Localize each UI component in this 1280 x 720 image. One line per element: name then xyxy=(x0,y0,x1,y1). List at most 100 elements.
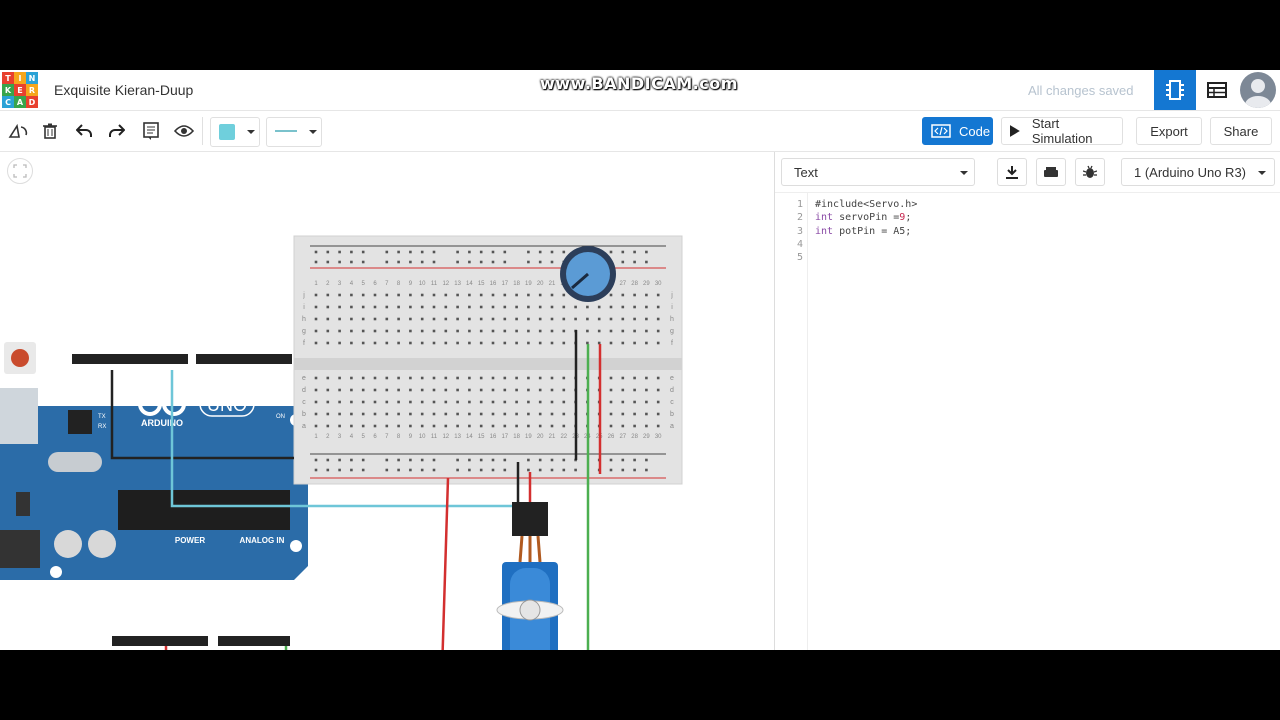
breadboard-hole[interactable] xyxy=(432,424,436,428)
breadboard-hole[interactable] xyxy=(338,305,341,309)
breadboard-hole[interactable] xyxy=(538,317,542,321)
breadboard-hole[interactable] xyxy=(609,341,613,345)
breadboard-hole[interactable] xyxy=(479,329,483,333)
breadboard-hole[interactable] xyxy=(538,329,542,333)
breadboard-hole[interactable] xyxy=(479,317,483,321)
breadboard-hole[interactable] xyxy=(456,468,459,472)
breadboard-hole[interactable] xyxy=(314,412,318,416)
delete-button[interactable] xyxy=(38,119,62,143)
breadboard-hole[interactable] xyxy=(432,250,436,254)
breadboard-hole[interactable] xyxy=(373,293,377,297)
breadboard-hole[interactable] xyxy=(444,293,448,297)
breadboard-hole[interactable] xyxy=(527,424,530,428)
breadboard-hole[interactable] xyxy=(515,317,518,321)
breadboard-hole[interactable] xyxy=(373,412,377,416)
breadboard-hole[interactable] xyxy=(338,388,341,392)
user-avatar[interactable] xyxy=(1240,72,1276,108)
breadboard-hole[interactable] xyxy=(527,329,530,333)
breadboard-hole[interactable] xyxy=(656,376,660,380)
breadboard-hole[interactable] xyxy=(503,376,507,380)
breadboard-hole[interactable] xyxy=(326,305,330,309)
breadboard-hole[interactable] xyxy=(645,458,648,462)
breadboard-hole[interactable] xyxy=(385,305,389,309)
breadboard-hole[interactable] xyxy=(314,376,318,380)
breadboard-hole[interactable] xyxy=(361,458,365,462)
breadboard-hole[interactable] xyxy=(314,341,318,345)
breadboard-hole[interactable] xyxy=(633,293,636,297)
breadboard-hole[interactable] xyxy=(633,250,636,254)
breadboard-hole[interactable] xyxy=(479,305,483,309)
breadboard-hole[interactable] xyxy=(515,376,518,380)
breadboard-hole[interactable] xyxy=(326,341,330,345)
breadboard-hole[interactable] xyxy=(397,250,400,254)
breadboard-hole[interactable] xyxy=(609,388,613,392)
breadboard-hole[interactable] xyxy=(456,305,459,309)
breadboard-hole[interactable] xyxy=(609,250,613,254)
breadboard-hole[interactable] xyxy=(527,260,530,264)
breadboard-hole[interactable] xyxy=(491,260,495,264)
breadboard-hole[interactable] xyxy=(468,317,471,321)
breadboard-hole[interactable] xyxy=(350,260,353,264)
breadboard-hole[interactable] xyxy=(656,317,660,321)
breadboard-hole[interactable] xyxy=(503,412,507,416)
breadboard-hole[interactable] xyxy=(609,293,613,297)
breadboard-hole[interactable] xyxy=(597,305,601,309)
breadboard-hole[interactable] xyxy=(656,412,660,416)
breadboard-hole[interactable] xyxy=(527,341,530,345)
breadboard-hole[interactable] xyxy=(397,458,400,462)
breadboard-hole[interactable] xyxy=(491,341,495,345)
breadboard-hole[interactable] xyxy=(586,317,589,321)
breadboard-hole[interactable] xyxy=(633,458,636,462)
breadboard-hole[interactable] xyxy=(479,388,483,392)
breadboard-hole[interactable] xyxy=(338,317,341,321)
breadboard-hole[interactable] xyxy=(633,468,636,472)
breadboard-hole[interactable] xyxy=(409,400,412,404)
breadboard-hole[interactable] xyxy=(562,341,566,345)
breadboard-hole[interactable] xyxy=(479,341,483,345)
breadboard-hole[interactable] xyxy=(468,341,471,345)
breadboard-hole[interactable] xyxy=(409,458,412,462)
breadboard-hole[interactable] xyxy=(479,400,483,404)
breadboard-hole[interactable] xyxy=(656,305,660,309)
breadboard-hole[interactable] xyxy=(562,412,566,416)
breadboard-hole[interactable] xyxy=(621,376,625,380)
breadboard-hole[interactable] xyxy=(373,305,377,309)
breadboard-hole[interactable] xyxy=(645,329,648,333)
breadboard-hole[interactable] xyxy=(361,376,365,380)
breadboard-hole[interactable] xyxy=(456,341,459,345)
breadboard-hole[interactable] xyxy=(586,329,589,333)
breadboard-hole[interactable] xyxy=(562,468,566,472)
breadboard-hole[interactable] xyxy=(621,458,625,462)
code-button[interactable]: Code xyxy=(922,117,993,145)
breadboard-hole[interactable] xyxy=(621,341,625,345)
breadboard-hole[interactable] xyxy=(550,468,554,472)
rotate-button[interactable] xyxy=(6,119,30,143)
breadboard-hole[interactable] xyxy=(385,329,389,333)
breadboard-hole[interactable] xyxy=(432,293,436,297)
breadboard-hole[interactable] xyxy=(350,388,353,392)
breadboard-hole[interactable] xyxy=(468,424,471,428)
breadboard-hole[interactable] xyxy=(515,293,518,297)
breadboard-hole[interactable] xyxy=(633,424,636,428)
breadboard-hole[interactable] xyxy=(503,424,507,428)
breadboard-hole[interactable] xyxy=(562,458,566,462)
breadboard-hole[interactable] xyxy=(562,400,566,404)
breadboard-hole[interactable] xyxy=(361,329,365,333)
breadboard-hole[interactable] xyxy=(633,305,636,309)
breadboard-hole[interactable] xyxy=(468,458,471,462)
breadboard-hole[interactable] xyxy=(491,293,495,297)
breadboard-hole[interactable] xyxy=(456,317,459,321)
visibility-button[interactable] xyxy=(172,119,196,143)
breadboard-hole[interactable] xyxy=(350,424,353,428)
breadboard-hole[interactable] xyxy=(609,412,613,416)
breadboard-hole[interactable] xyxy=(409,468,412,472)
breadboard-hole[interactable] xyxy=(409,260,412,264)
breadboard-hole[interactable] xyxy=(491,250,495,254)
breadboard-hole[interactable] xyxy=(350,317,353,321)
breadboard-hole[interactable] xyxy=(397,305,400,309)
breadboard-hole[interactable] xyxy=(621,400,625,404)
servo-motor[interactable] xyxy=(496,502,564,650)
breadboard-hole[interactable] xyxy=(456,329,459,333)
code-line[interactable]: #include<Servo.h> xyxy=(815,199,917,210)
breadboard-hole[interactable] xyxy=(385,260,389,264)
